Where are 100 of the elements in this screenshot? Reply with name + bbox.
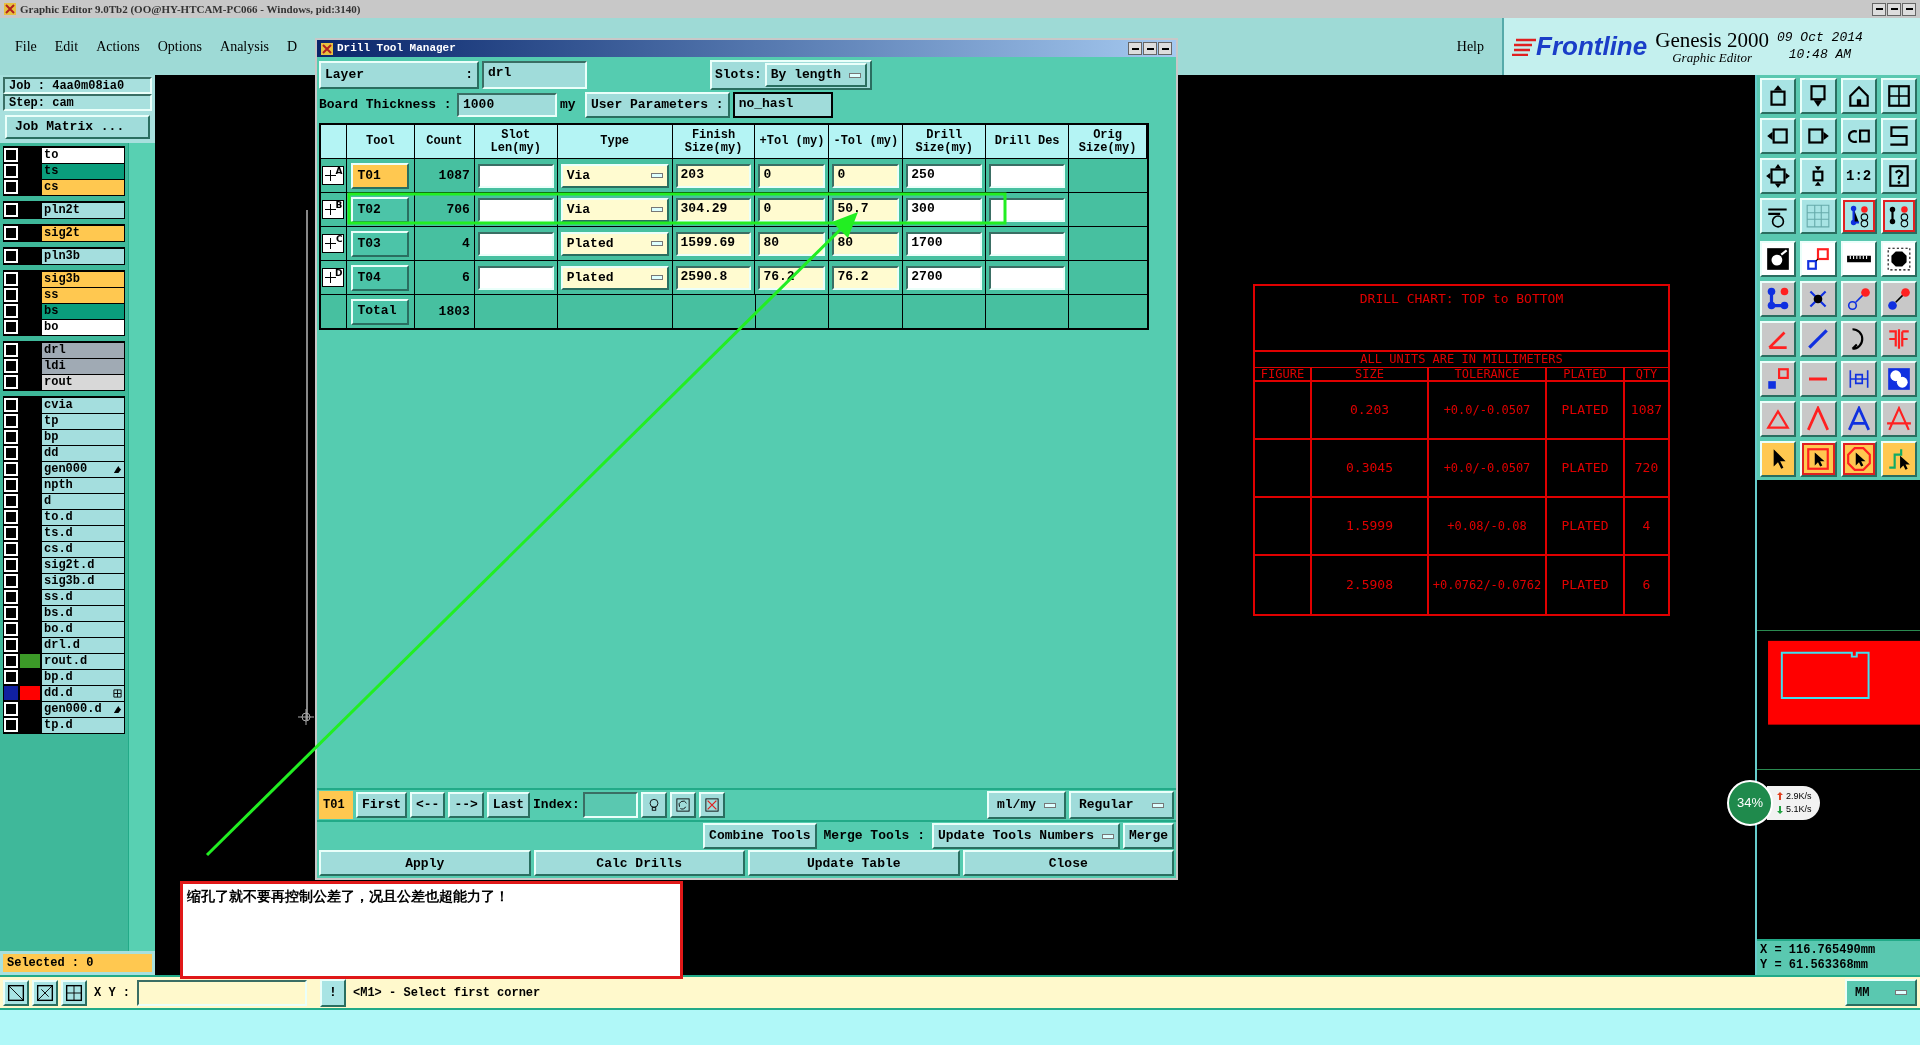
value-field[interactable]: 2590.8 — [675, 265, 752, 290]
toolbar-button[interactable] — [1800, 321, 1837, 357]
toolbar-button[interactable] — [1760, 361, 1797, 397]
toolbar-button[interactable] — [1880, 241, 1917, 277]
action-button[interactable]: Apply — [319, 850, 531, 876]
slot-length-field[interactable] — [477, 265, 554, 290]
toolbar-button[interactable] — [1880, 78, 1917, 114]
value-field[interactable]: 80 — [832, 231, 900, 256]
tool-button[interactable]: T01 — [351, 162, 410, 189]
value-field[interactable]: 0 — [832, 163, 900, 188]
layer-name[interactable]: bp — [42, 429, 124, 445]
value-field[interactable]: 1700 — [906, 231, 983, 256]
close-icon[interactable] — [1158, 42, 1172, 55]
value-field[interactable]: 76.2 — [832, 265, 900, 290]
layer-name[interactable]: bo — [42, 319, 124, 335]
layer-name[interactable]: rout.d — [42, 653, 124, 669]
layer-name[interactable]: gen000 — [42, 461, 124, 477]
menu-item[interactable]: File — [15, 36, 37, 57]
refresh-button[interactable] — [669, 792, 696, 818]
value-field[interactable]: 80 — [758, 231, 826, 256]
navigation-button[interactable]: <-- — [410, 792, 446, 818]
warning-button[interactable]: ! — [320, 978, 346, 1007]
menu-item[interactable]: Analysis — [220, 36, 270, 57]
index-field[interactable] — [582, 792, 638, 818]
drill-des-field[interactable] — [989, 265, 1066, 290]
type-dropdown[interactable]: Plated — [560, 231, 669, 256]
lightbulb-button[interactable] — [640, 792, 667, 818]
delete-button[interactable] — [698, 792, 725, 818]
xy-input-field[interactable] — [137, 979, 307, 1006]
maximize-icon[interactable] — [1887, 2, 1901, 16]
tool-button[interactable]: T03 — [351, 230, 410, 257]
toolbar-button[interactable] — [1880, 281, 1917, 317]
layer-name[interactable]: to.d — [42, 509, 124, 525]
toolbar-button[interactable] — [1800, 158, 1837, 194]
slot-length-field[interactable] — [477, 163, 554, 188]
menu-item[interactable]: Edit — [54, 36, 79, 57]
layer-name[interactable]: pln3b — [42, 248, 124, 264]
value-field[interactable]: 300 — [906, 197, 983, 222]
toolbar-button[interactable] — [1760, 241, 1797, 277]
type-dropdown[interactable]: Plated — [560, 265, 669, 290]
layer-name[interactable]: drl — [42, 342, 124, 358]
toolbar-button[interactable] — [1760, 198, 1797, 234]
layer-name[interactable]: tp — [42, 413, 124, 429]
menu-item[interactable]: Actions — [96, 36, 140, 57]
toolbar-button[interactable] — [1760, 78, 1797, 114]
layer-name[interactable]: npth — [42, 477, 124, 493]
menu-item[interactable]: Options — [157, 36, 203, 57]
layer-name[interactable]: sig3b — [42, 271, 124, 287]
layer-name[interactable]: sig2t.d — [42, 557, 124, 573]
type-dropdown[interactable]: Via — [560, 163, 669, 188]
mode-dropdown[interactable]: Regular — [1069, 791, 1174, 819]
value-field[interactable]: 0 — [758, 197, 826, 222]
maximize-icon[interactable] — [1143, 42, 1157, 55]
minimize-icon[interactable] — [1128, 42, 1142, 55]
value-field[interactable]: 2700 — [906, 265, 983, 290]
type-dropdown[interactable]: Via — [560, 197, 669, 222]
value-field[interactable]: 50.7 — [832, 197, 900, 222]
job-matrix-button[interactable]: Job Matrix ... — [5, 115, 150, 139]
slot-length-field[interactable] — [477, 197, 554, 222]
toolbar-button[interactable] — [1840, 198, 1877, 234]
layer-field[interactable]: drl — [482, 61, 587, 89]
navigation-button[interactable]: Last — [486, 792, 531, 818]
layer-name[interactable]: sig3b.d — [42, 573, 124, 589]
toolbar-button[interactable] — [1880, 361, 1917, 397]
action-button[interactable]: Update Table — [748, 850, 960, 876]
drill-des-field[interactable] — [989, 163, 1066, 188]
layer-name[interactable]: d — [42, 493, 124, 509]
layer-name[interactable]: cs.d — [42, 541, 124, 557]
value-field[interactable]: 250 — [906, 163, 983, 188]
layer-name[interactable]: cvia — [42, 397, 124, 413]
slots-dropdown[interactable]: By length — [764, 63, 868, 87]
toolbar-button[interactable] — [1800, 241, 1837, 277]
action-button[interactable]: Calc Drills — [533, 850, 745, 876]
expand-button[interactable]: C — [322, 234, 345, 253]
expand-button[interactable]: A — [322, 166, 345, 185]
toolbar-button[interactable] — [1800, 118, 1837, 154]
toolbar-button[interactable] — [1760, 118, 1797, 154]
toolbar-button[interactable] — [1800, 441, 1837, 477]
toolbar-button[interactable] — [1760, 441, 1797, 477]
toolbar-button[interactable] — [1840, 401, 1877, 437]
user-parameters-field[interactable]: no_hasl — [732, 92, 833, 118]
layer-name[interactable]: tp.d — [42, 717, 124, 733]
toolbar-button[interactable] — [1840, 118, 1877, 154]
layer-name[interactable]: ts.d — [42, 525, 124, 541]
menu-item[interactable]: D — [287, 36, 298, 57]
toolbar-button[interactable] — [1840, 441, 1877, 477]
grid-box-icon[interactable] — [61, 979, 87, 1006]
tool-button[interactable]: T04 — [351, 264, 410, 291]
layer-name[interactable]: drl.d — [42, 637, 124, 653]
toolbar-button[interactable] — [1880, 158, 1917, 194]
layer-name[interactable]: dd — [42, 445, 124, 461]
value-field[interactable]: 0 — [758, 163, 826, 188]
merge-mode-dropdown[interactable]: Update Tools Numbers — [931, 823, 1120, 849]
layer-name[interactable]: ldi — [42, 358, 124, 374]
user-parameters-button[interactable]: User Parameters : — [585, 92, 730, 118]
layer-name[interactable]: bo.d — [42, 621, 124, 637]
layer-name[interactable]: cs — [42, 179, 124, 195]
units-dropdown[interactable]: ml/my — [987, 791, 1066, 819]
navigation-button[interactable]: First — [356, 792, 407, 818]
layer-name[interactable]: sig2t — [42, 225, 124, 241]
